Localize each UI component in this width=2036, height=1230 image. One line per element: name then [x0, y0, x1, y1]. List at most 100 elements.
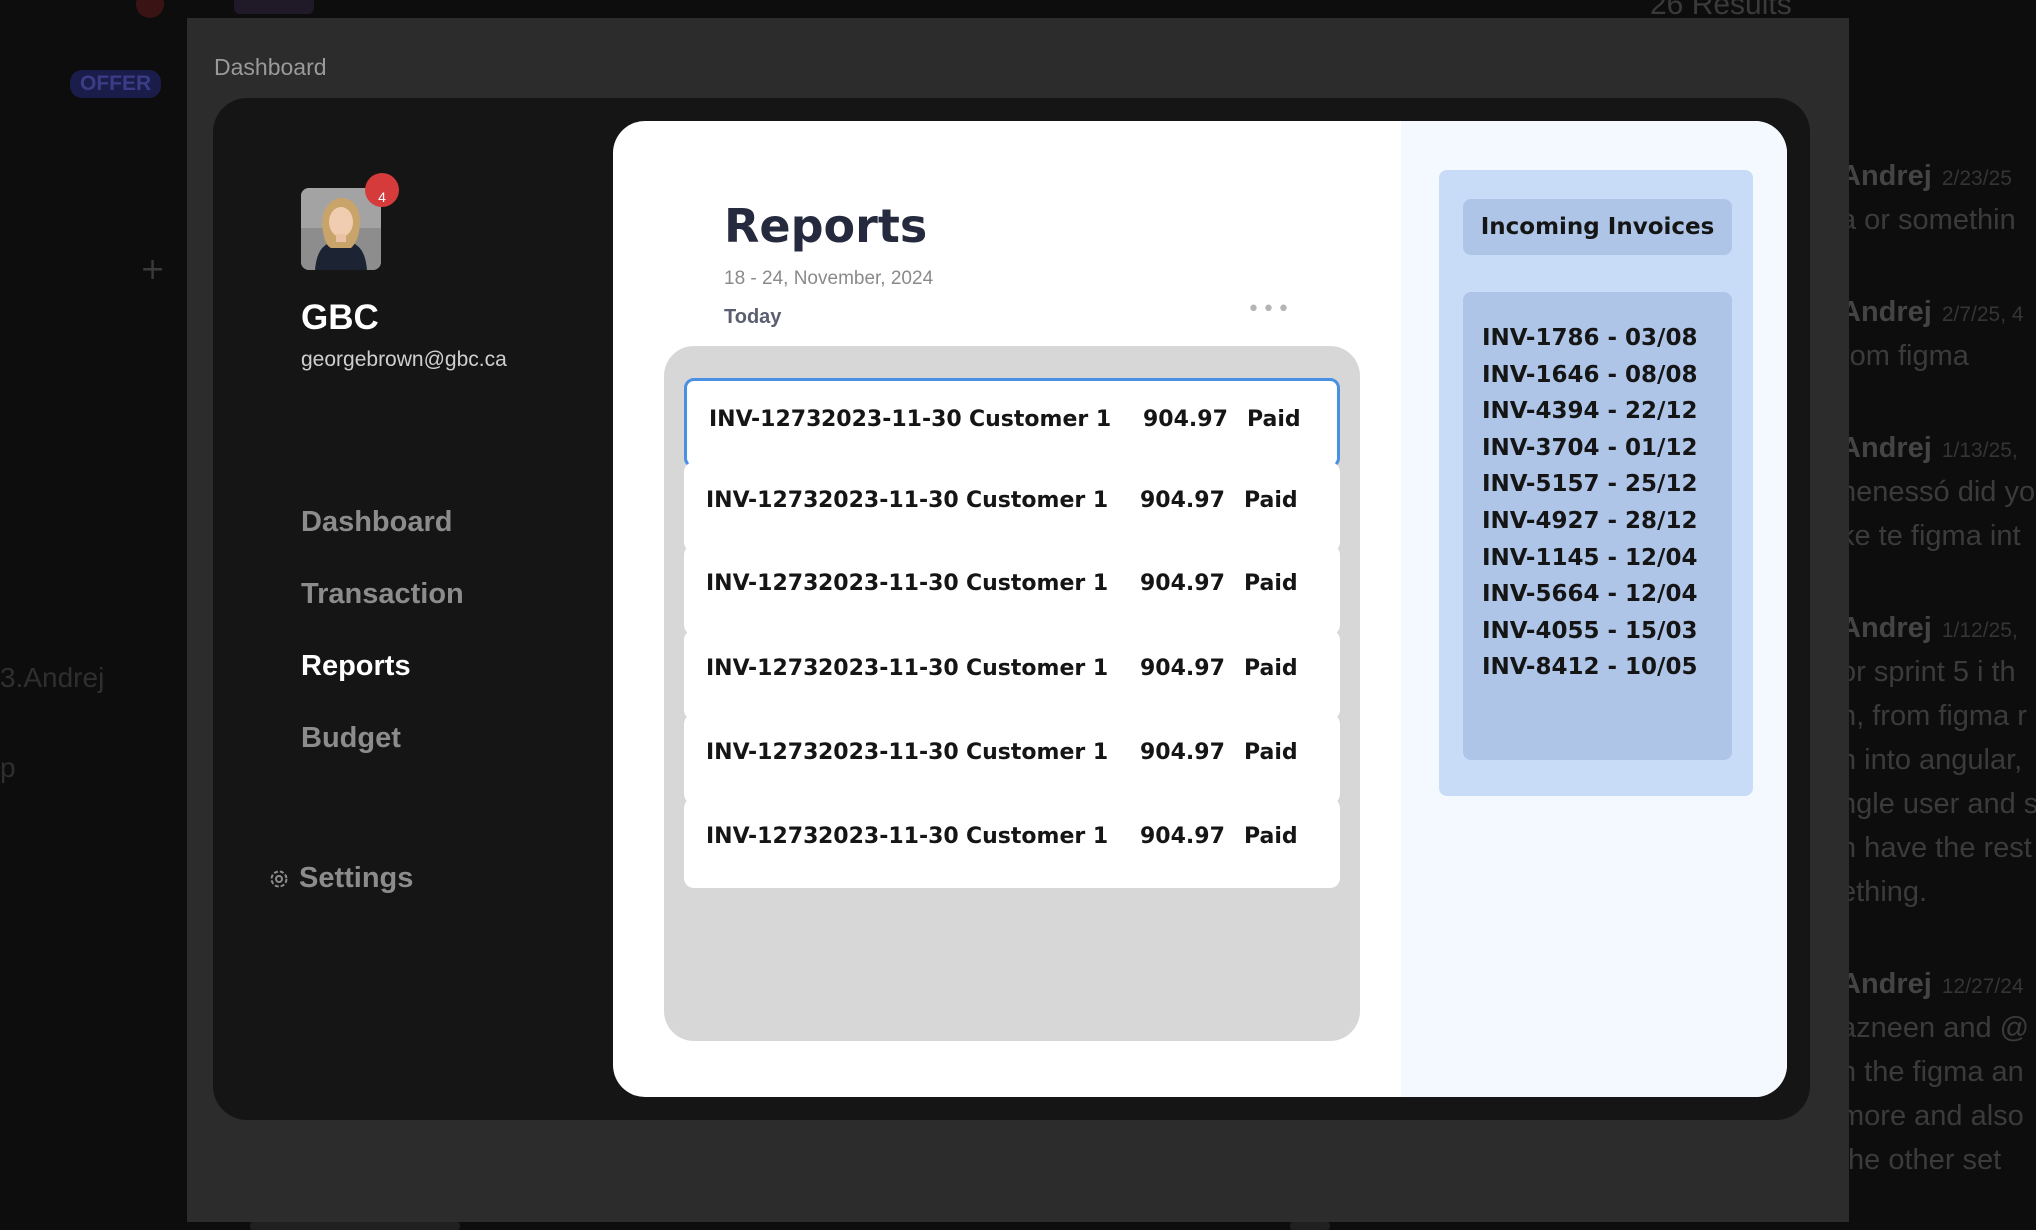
incoming-invoices-title: Incoming Invoices — [1463, 199, 1732, 255]
list-item[interactable]: INV-4927 - 28/12 — [1482, 503, 1732, 540]
list-item[interactable]: INV-5664 - 12/04 — [1482, 576, 1732, 613]
invoice-id: INV-1273 — [706, 488, 819, 513]
chat-line: henessó did yo — [1840, 476, 2035, 509]
invoice-id: INV-1273 — [706, 740, 819, 765]
invoice-date: 2023-11-30 — [818, 824, 959, 849]
incoming-invoices-list: INV-1786 - 03/08 INV-1646 - 08/08 INV-4394… — [1463, 292, 1732, 760]
chat-line: Andrej 2/7/25, 4 — [1840, 296, 2024, 329]
table-row[interactable]: INV-1273 2023-11-30 Customer 1 904.97 Paid — [684, 462, 1340, 552]
chat-text: ke te figma int — [1840, 520, 2021, 552]
incoming-invoices-pane: Incoming Invoices INV-1786 - 03/08 INV-16… — [1401, 121, 1787, 1097]
ellipsis-icon[interactable]: ••• — [1247, 297, 1292, 322]
chat-text: the other set — [1840, 1144, 2002, 1176]
chat-line: azneen and @ — [1840, 1012, 2029, 1045]
chat-author: Andrej — [1840, 968, 1932, 1000]
chat-line: the other set — [1840, 1144, 2001, 1177]
chat-timestamp: 1/13/25, — [1941, 439, 2018, 462]
customer-name: Customer 1 — [966, 824, 1109, 849]
invoice-id: INV-1273 — [706, 571, 819, 596]
invoice-date: 2023-11-30 — [818, 656, 959, 681]
chat-text: henessó did yo — [1840, 476, 2036, 508]
table-row[interactable]: INV-1273 2023-11-30 Customer 1 904.97 Paid — [684, 630, 1340, 720]
list-item[interactable]: INV-4394 - 22/12 — [1482, 393, 1732, 430]
customer-name: Customer 1 — [966, 656, 1109, 681]
invoice-id: INV-1273 — [706, 656, 819, 681]
list-item[interactable]: INV-8412 - 10/05 — [1482, 649, 1732, 686]
modal-title: Dashboard — [214, 54, 327, 80]
nav-settings[interactable]: Settings — [267, 862, 413, 895]
nav-reports[interactable]: Reports — [301, 650, 411, 683]
nav-budget[interactable]: Budget — [301, 722, 401, 755]
list-item[interactable]: INV-1145 - 12/04 — [1482, 540, 1732, 577]
chat-line: ething. — [1840, 876, 1927, 909]
table-row[interactable]: INV-1273 2023-11-30 Customer 1 904.97 Paid — [684, 545, 1340, 635]
chat-line: or sprint 5 i th — [1840, 656, 2016, 689]
notification-icon — [136, 0, 164, 18]
customer-name: Customer 1 — [966, 571, 1109, 596]
chat-timestamp: 12/27/24 — [1941, 975, 2024, 998]
chat-author: Andrej — [1840, 160, 1932, 192]
chat-line: more and also — [1840, 1100, 2024, 1133]
nav-dashboard[interactable]: Dashboard — [301, 506, 452, 539]
customer-name: Customer 1 — [969, 407, 1112, 432]
chat-line: rom figma — [1840, 340, 1969, 373]
dashboard-frame: 4 GBC georgebrown@gbc.ca Dashboard Trans… — [213, 98, 1810, 1120]
chat-line: ngle user and s — [1840, 788, 2036, 821]
chat-line: Andrej 1/12/25, — [1840, 612, 2018, 645]
chat-line: n the figma an — [1840, 1056, 2024, 1089]
invoice-amount: 904.97 — [1143, 407, 1228, 432]
list-item[interactable]: INV-5157 - 25/12 — [1482, 466, 1732, 503]
background-snippet: p — [0, 752, 16, 783]
invoice-amount: 904.97 — [1140, 824, 1225, 849]
invoice-date: 2023-11-30 — [818, 488, 959, 513]
customer-name: Customer 1 — [966, 488, 1109, 513]
user-email: georgebrown@gbc.ca — [301, 348, 507, 371]
invoice-id: INV-1273 — [709, 407, 822, 432]
background-snippet: 3.Andrej — [0, 662, 105, 693]
chat-text: n, from figma r — [1840, 700, 2027, 732]
invoice-amount: 904.97 — [1140, 740, 1225, 765]
chat-line: Andrej 2/23/25 — [1840, 160, 2012, 193]
background-text — [1290, 1222, 1330, 1230]
list-item[interactable]: INV-1786 - 03/08 — [1482, 320, 1732, 357]
status-badge: Paid — [1244, 824, 1298, 849]
section-label-today: Today — [724, 306, 782, 328]
table-row[interactable]: INV-1273 2023-11-30 Customer 1 904.97 Paid — [684, 714, 1340, 804]
list-item[interactable]: INV-4055 - 15/03 — [1482, 613, 1732, 650]
chat-author: Andrej — [1840, 296, 1932, 328]
status-badge: Paid — [1244, 740, 1298, 765]
list-item[interactable]: INV-1646 - 08/08 — [1482, 357, 1732, 394]
status-badge: Paid — [1244, 488, 1298, 513]
avatar — [234, 0, 314, 14]
chat-text: azneen and @ — [1840, 1012, 2030, 1044]
table-row[interactable]: INV-1273 2023-11-30 Customer 1 904.97 Paid — [684, 798, 1340, 888]
chat-text: or sprint 5 i th — [1840, 656, 2016, 688]
chat-line: n have the rest — [1840, 832, 2032, 865]
image-preview-modal: Dashboard 4 GBC georgebrown@gbc.ca Dashb… — [187, 18, 1849, 1222]
chat-text: ngle user and s — [1840, 788, 2036, 820]
status-badge: Paid — [1244, 656, 1298, 681]
chat-text: n have the rest — [1840, 832, 2032, 864]
chat-text: rom figma — [1840, 340, 1969, 372]
settings-label: Settings — [299, 862, 414, 894]
chat-line: Andrej 1/13/25, — [1840, 432, 2018, 465]
table-row[interactable]: INV-1273 2023-11-30 Customer 1 904.97 Paid — [684, 378, 1340, 468]
chat-line: a or somethin — [1840, 204, 2016, 237]
chat-line: n into angular, — [1840, 744, 2022, 777]
nav-transaction[interactable]: Transaction — [301, 578, 464, 611]
chat-timestamp: 2/7/25, 4 — [1941, 303, 2024, 326]
chat-line: n, from figma r — [1840, 700, 2027, 733]
status-badge: Paid — [1247, 407, 1301, 432]
list-item[interactable]: INV-3704 - 01/12 — [1482, 430, 1732, 467]
chat-author: Andrej — [1840, 612, 1932, 644]
chat-timestamp: 1/12/25, — [1941, 619, 2018, 642]
plus-icon: + — [140, 252, 166, 287]
chat-text: a or somethin — [1840, 204, 2016, 236]
invoice-date: 2023-11-30 — [818, 571, 959, 596]
invoice-id: INV-1273 — [706, 824, 819, 849]
invoice-amount: 904.97 — [1140, 656, 1225, 681]
chat-text: ething. — [1840, 876, 1928, 908]
report-list: INV-1273 2023-11-30 Customer 1 904.97 Paid IN… — [664, 346, 1360, 1041]
notification-badge: 4 — [365, 173, 399, 207]
chat-line: Andrej 12/27/24 — [1840, 968, 2024, 1001]
